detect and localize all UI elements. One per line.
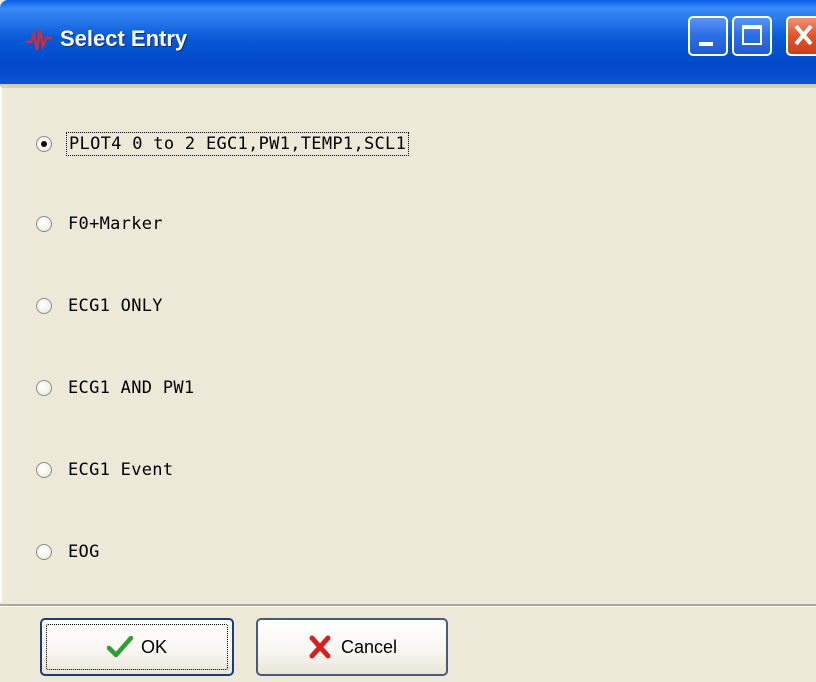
radio-option-ecg1-event[interactable]: ECG1 Event xyxy=(36,456,175,484)
radio-option-f0-marker[interactable]: F0+Marker xyxy=(36,210,165,238)
radio-button[interactable] xyxy=(36,544,52,560)
radio-button[interactable] xyxy=(36,216,52,232)
radio-option-eog[interactable]: EOG xyxy=(36,538,102,566)
waveform-icon xyxy=(26,29,52,51)
footer-separator xyxy=(0,604,816,607)
close-icon xyxy=(794,24,813,46)
radio-option-ecg1-and-pw1[interactable]: ECG1 AND PW1 xyxy=(36,374,196,402)
radio-button[interactable] xyxy=(36,298,52,314)
ok-button[interactable]: OK xyxy=(40,618,234,676)
close-button[interactable] xyxy=(786,16,816,56)
window-title: Select Entry xyxy=(60,26,188,51)
minimize-icon xyxy=(699,42,713,46)
ok-button-label: OK xyxy=(140,636,167,657)
select-entry-dialog: Select Entry PLOT4 0 to 2 EGC1,PW1,TEMP1… xyxy=(0,0,816,682)
radio-label: EOG xyxy=(68,542,100,562)
radio-label: ECG1 Event xyxy=(68,460,174,480)
radio-label: F0+Marker xyxy=(68,214,163,234)
radio-button[interactable] xyxy=(36,380,52,396)
x-icon xyxy=(309,635,331,659)
title-bar[interactable]: Select Entry xyxy=(0,0,816,84)
checkmark-icon xyxy=(106,635,133,658)
radio-label: ECG1 ONLY xyxy=(68,296,163,316)
radio-option-ecg1-only[interactable]: ECG1 ONLY xyxy=(36,292,165,320)
maximize-button[interactable] xyxy=(732,16,772,56)
minimize-button[interactable] xyxy=(688,16,728,56)
radio-button[interactable] xyxy=(36,136,52,152)
cancel-button-label: Cancel xyxy=(340,636,398,657)
radio-label: ECG1 AND PW1 xyxy=(68,378,195,398)
radio-label: PLOT4 0 to 2 EGC1,PW1,TEMP1,SCL1 xyxy=(66,132,410,156)
radio-option-plot4[interactable]: PLOT4 0 to 2 EGC1,PW1,TEMP1,SCL1 xyxy=(36,130,410,158)
radio-button[interactable] xyxy=(36,462,52,478)
cancel-button[interactable]: Cancel xyxy=(256,618,448,676)
maximize-icon xyxy=(742,25,762,45)
options-panel xyxy=(0,86,816,602)
